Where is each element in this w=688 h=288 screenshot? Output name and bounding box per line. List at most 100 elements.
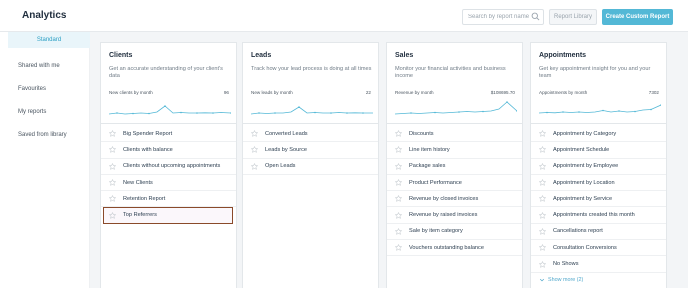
report-item-label: Consultation Conversions	[553, 244, 617, 251]
card-description: Track how your lead process is doing at …	[251, 66, 372, 72]
card-appointments: Appointments Get key appointment insight…	[530, 42, 667, 288]
report-item-label: Clients with balance	[123, 146, 173, 153]
sparkline-value: 7302	[648, 90, 659, 95]
report-item[interactable]: Appointment Schedule	[531, 142, 666, 159]
report-list: Big Spender Report Clients with balance …	[101, 126, 236, 224]
report-item[interactable]: No Shows	[531, 256, 666, 273]
star-icon[interactable]	[395, 211, 402, 219]
card-title: Sales	[395, 52, 414, 59]
sparkline-value: 22	[365, 90, 371, 95]
search-icon[interactable]	[531, 12, 540, 21]
report-item-label: Big Spender Report	[123, 130, 173, 137]
report-item-label: Appointment by Category	[553, 130, 617, 137]
report-item-label: Appointment by Location	[553, 179, 615, 186]
report-item[interactable]: Sale by item category	[387, 224, 522, 241]
star-icon[interactable]	[109, 179, 116, 187]
star-icon[interactable]	[539, 162, 546, 170]
report-item[interactable]: Discounts	[387, 126, 522, 143]
sidebar-item-saved-from-library[interactable]: Saved from library	[0, 132, 90, 138]
report-item[interactable]: Package sales	[387, 159, 522, 175]
sparkline-chart	[251, 106, 373, 115]
report-item[interactable]: Appointments created this month	[531, 207, 666, 224]
star-icon[interactable]	[109, 146, 116, 154]
star-icon[interactable]	[539, 260, 546, 268]
report-item-highlighted[interactable]: Top Referrers	[103, 207, 233, 224]
report-item[interactable]: Revenue by closed invoices	[387, 191, 522, 208]
report-item-label: Vouchers outstanding balance	[409, 244, 484, 251]
star-icon[interactable]	[395, 227, 402, 235]
star-icon[interactable]	[539, 179, 546, 187]
report-library-button[interactable]: Report Library	[549, 9, 597, 25]
star-icon[interactable]	[539, 130, 546, 138]
report-item[interactable]: Appointment by Employee	[531, 159, 666, 175]
star-icon[interactable]	[395, 244, 402, 252]
report-item[interactable]: Revenue by raised invoices	[387, 207, 522, 224]
sparkline-chart	[539, 104, 661, 114]
report-item[interactable]: Appointment by Category	[531, 126, 666, 143]
report-item[interactable]: Retention Report	[101, 191, 236, 208]
star-icon[interactable]	[539, 195, 546, 203]
chevron-down-icon	[539, 278, 545, 282]
star-icon[interactable]	[109, 195, 116, 203]
star-icon[interactable]	[395, 195, 402, 203]
report-item-label: Appointment by Service	[553, 195, 613, 202]
star-icon[interactable]	[251, 130, 258, 138]
report-item-label: Package sales	[409, 163, 446, 170]
report-item[interactable]: Open Leads	[243, 159, 378, 175]
report-item-label: Appointment by Employee	[553, 163, 619, 170]
show-more-link[interactable]: Show more (2)	[531, 273, 666, 287]
sparkline-value: 96	[223, 90, 229, 95]
report-item[interactable]: Big Spender Report	[101, 126, 236, 143]
report-item[interactable]: Converted Leads	[243, 126, 378, 143]
report-item[interactable]: Vouchers outstanding balance	[387, 240, 522, 257]
report-item-label: Converted Leads	[265, 130, 308, 137]
report-item-label: Open Leads	[265, 163, 296, 170]
sparkline-label: New clients by month	[109, 90, 153, 95]
report-item[interactable]: Cancellations report	[531, 224, 666, 241]
sparkline-label: Appointments by month	[539, 90, 588, 95]
report-item-label: Clients without upcoming appointments	[123, 163, 221, 170]
report-item[interactable]: Clients without upcoming appointments	[101, 159, 236, 175]
star-icon[interactable]	[109, 162, 116, 170]
top-bar: Analytics Report Library Create Custom R…	[0, 0, 688, 32]
divider	[387, 123, 522, 124]
star-icon[interactable]	[539, 227, 546, 235]
star-icon[interactable]	[395, 162, 402, 170]
star-icon[interactable]	[251, 146, 258, 154]
sidebar-item-shared-with-me[interactable]: Shared with me	[0, 63, 90, 69]
card-title: Leads	[251, 52, 272, 59]
report-item[interactable]: Leads by Source	[243, 142, 378, 159]
sidebar-item-standard[interactable]: Standard	[8, 32, 90, 48]
star-icon[interactable]	[539, 244, 546, 252]
star-icon[interactable]	[109, 211, 116, 219]
card-description: Monitor your financial activities and bu…	[395, 66, 506, 79]
card-leads: Leads Track how your lead process is doi…	[242, 42, 379, 288]
report-item-label: Leads by Source	[265, 146, 307, 153]
show-more-label: Show more (2)	[548, 276, 584, 283]
star-icon[interactable]	[395, 146, 402, 154]
report-grid: Clients Get an accurate understanding of…	[90, 32, 688, 288]
star-icon[interactable]	[251, 162, 258, 170]
star-icon[interactable]	[539, 146, 546, 154]
report-list: Appointment by Category Appointment Sche…	[531, 126, 666, 287]
report-item[interactable]: Line item history	[387, 142, 522, 159]
report-item[interactable]: Consultation Conversions	[531, 240, 666, 257]
star-icon[interactable]	[109, 130, 116, 138]
report-item[interactable]: Appointment by Location	[531, 175, 666, 192]
star-icon[interactable]	[395, 179, 402, 187]
card-description: Get an accurate understanding of your cl…	[109, 66, 223, 79]
report-item-label: Top Referrers	[123, 212, 157, 219]
sidebar-item-favourites[interactable]: Favourites	[0, 86, 90, 92]
report-item[interactable]: New Clients	[101, 175, 236, 192]
sparkline-label: New leads by month	[251, 90, 293, 95]
report-item-label: Product Performance	[409, 179, 462, 186]
create-custom-report-button[interactable]: Create Custom Report	[602, 9, 673, 25]
report-item[interactable]: Appointment by Service	[531, 191, 666, 208]
star-icon[interactable]	[539, 211, 546, 219]
card-title: Appointments	[539, 52, 587, 59]
star-icon[interactable]	[395, 130, 402, 138]
report-item-label: Revenue by raised invoices	[409, 212, 478, 219]
sidebar-item-my-reports[interactable]: My reports	[0, 109, 90, 115]
report-item[interactable]: Product Performance	[387, 175, 522, 192]
report-item[interactable]: Clients with balance	[101, 142, 236, 159]
